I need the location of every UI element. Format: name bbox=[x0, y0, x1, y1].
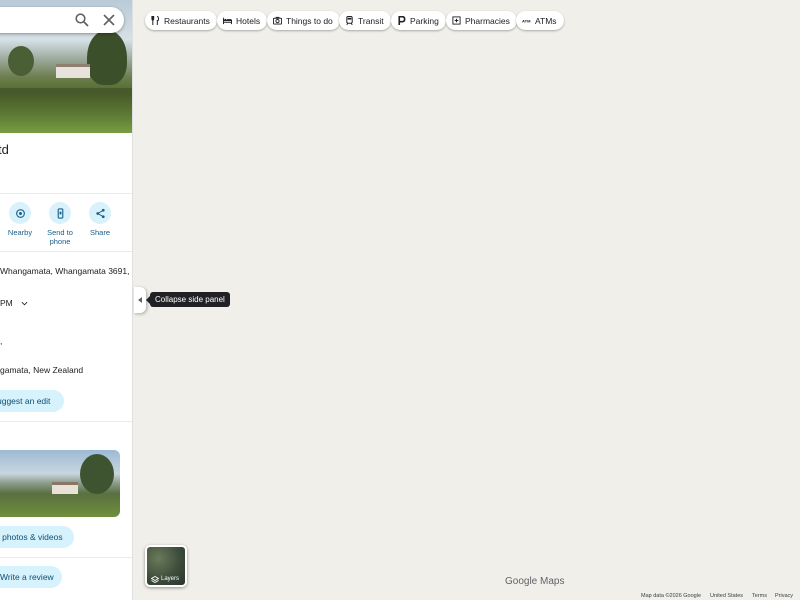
map-data-attribution[interactable]: Map data ©2026 Google bbox=[641, 593, 701, 599]
plus-code-row[interactable]: , bbox=[0, 336, 2, 346]
category-chip-things-to-do[interactable]: Things to do bbox=[267, 11, 340, 30]
chip-label: Pharmacies bbox=[465, 15, 510, 26]
hours-row[interactable]: PM bbox=[0, 298, 28, 308]
train-icon bbox=[346, 16, 353, 25]
chip-label: Parking bbox=[410, 15, 439, 26]
search-box[interactable] bbox=[0, 7, 124, 33]
chip-label: Restaurants bbox=[164, 15, 210, 26]
category-chip-parking[interactable]: Parking bbox=[391, 11, 446, 30]
category-chip-atms[interactable]: ATM ATMs bbox=[516, 11, 564, 30]
divider bbox=[0, 421, 132, 422]
send-to-phone-label: Send to phone bbox=[47, 228, 73, 246]
add-photos-label: d photos & videos bbox=[0, 532, 63, 542]
category-chip-transit[interactable]: Transit bbox=[339, 11, 391, 30]
address-row[interactable]: Whangamata, Whangamata 3691, bbox=[0, 266, 129, 276]
divider bbox=[0, 251, 132, 252]
google-maps-logo: Google Maps bbox=[505, 576, 565, 587]
layers-button[interactable]: Layers bbox=[145, 545, 187, 587]
divider bbox=[0, 557, 132, 558]
location-row: gamata, New Zealand bbox=[0, 365, 83, 375]
nearby-icon bbox=[15, 208, 25, 218]
chip-label: Things to do bbox=[286, 15, 333, 26]
suggest-edit-button[interactable]: uggest an edit bbox=[0, 390, 64, 412]
search-icon[interactable] bbox=[74, 12, 90, 28]
terms-link[interactable]: Terms bbox=[752, 593, 767, 599]
share-label: Share bbox=[89, 228, 110, 237]
category-chip-pharmacies[interactable]: Pharmacies bbox=[446, 11, 517, 30]
region-link[interactable]: United States bbox=[710, 593, 743, 599]
camera-icon bbox=[273, 16, 282, 25]
collapse-tooltip: Collapse side panel bbox=[146, 292, 230, 307]
plus-code-text: , bbox=[0, 336, 3, 346]
write-review-button[interactable]: Write a review bbox=[0, 566, 62, 588]
privacy-link[interactable]: Privacy bbox=[775, 593, 793, 599]
add-photos-button[interactable]: d photos & videos bbox=[0, 526, 74, 548]
layers-icon bbox=[151, 576, 159, 584]
bed-icon bbox=[223, 17, 232, 25]
place-title: td bbox=[0, 142, 9, 157]
share-button[interactable]: Share bbox=[79, 202, 121, 237]
nearby-label: Nearby bbox=[7, 228, 33, 237]
collapse-panel-button[interactable] bbox=[134, 287, 146, 313]
location-text: gamata, New Zealand bbox=[0, 365, 84, 375]
chip-label: Hotels bbox=[236, 15, 261, 26]
chevron-down-icon bbox=[21, 302, 28, 306]
svg-text:ATM: ATM bbox=[522, 18, 531, 23]
write-review-label: Write a review bbox=[0, 572, 54, 582]
fork-knife-icon bbox=[151, 16, 159, 25]
place-photo[interactable] bbox=[0, 450, 120, 517]
suggest-edit-label: uggest an edit bbox=[0, 396, 51, 406]
category-chip-restaurants[interactable]: Restaurants bbox=[145, 11, 217, 30]
chip-label: ATMs bbox=[535, 15, 557, 26]
caret-left-icon bbox=[137, 297, 142, 303]
chip-label: Transit bbox=[358, 15, 384, 26]
hours-text: PM bbox=[0, 298, 13, 308]
share-icon bbox=[95, 208, 105, 218]
nearby-button[interactable]: Nearby bbox=[0, 202, 41, 237]
address-text: Whangamata, Whangamata 3691, bbox=[0, 266, 130, 276]
side-panel: td Nearby Send to phone Share Whangamata… bbox=[0, 0, 133, 600]
parking-icon bbox=[398, 16, 406, 25]
atm-icon: ATM bbox=[522, 18, 531, 23]
pharmacy-icon bbox=[452, 16, 461, 25]
send-to-phone-button[interactable]: Send to phone bbox=[39, 202, 81, 246]
category-chip-hotels[interactable]: Hotels bbox=[217, 11, 268, 30]
layers-label: Layers bbox=[161, 576, 180, 582]
phone-icon bbox=[57, 207, 63, 219]
divider bbox=[0, 193, 132, 194]
close-icon[interactable] bbox=[102, 13, 116, 27]
